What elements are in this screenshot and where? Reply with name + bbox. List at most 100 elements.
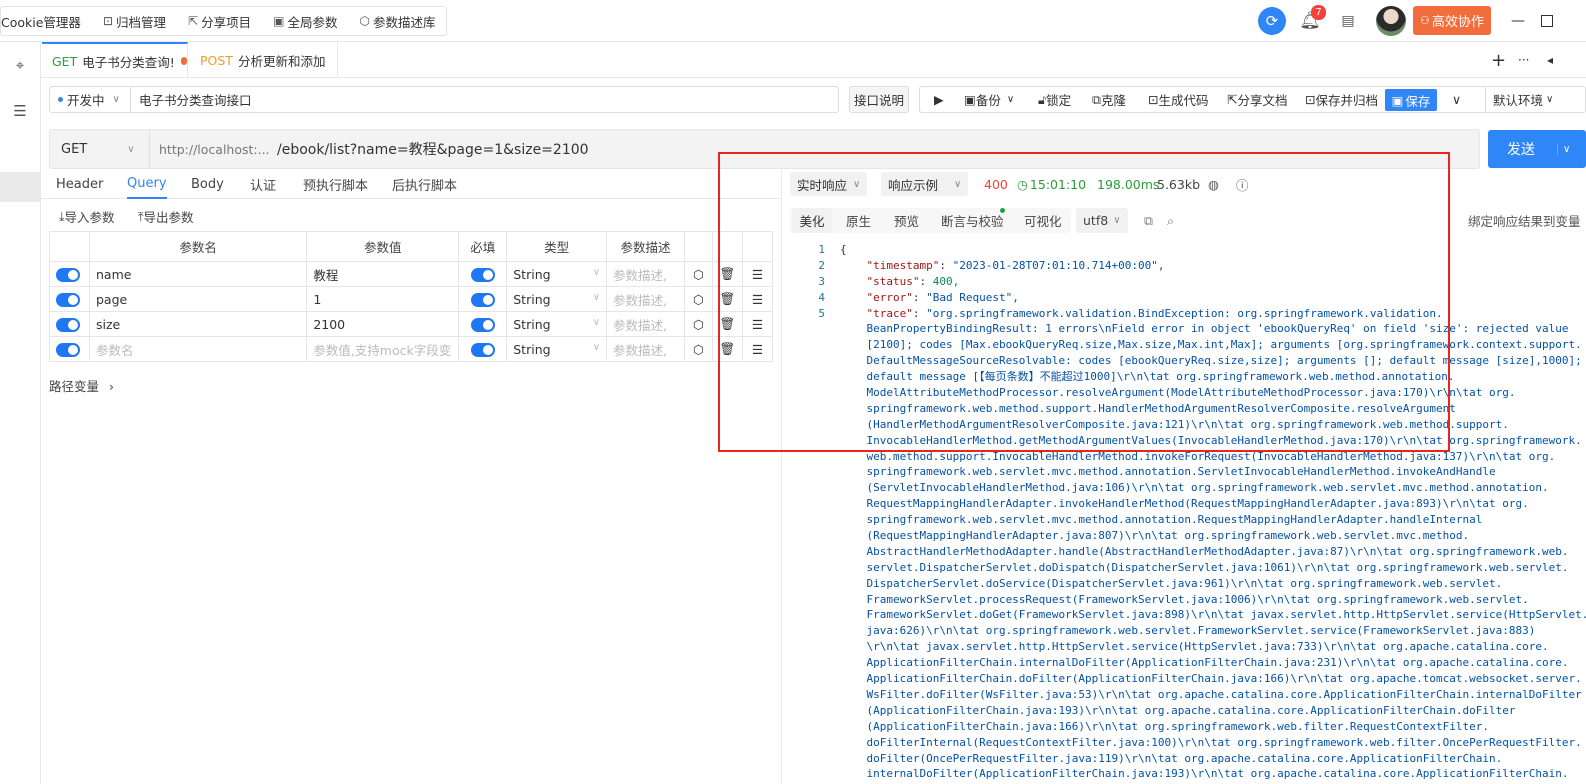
drag-handle-icon[interactable]: ☰ [741, 336, 774, 362]
param-name-cell[interactable]: size [88, 311, 308, 337]
search-icon[interactable]: ⌕ [1167, 208, 1174, 233]
type-select[interactable]: String ∨ [506, 336, 608, 362]
tab-visualize[interactable]: 可视化 [1024, 208, 1062, 233]
response-mode-select[interactable]: 实时响应 ∨ [790, 172, 868, 196]
cube-icon[interactable]: ⬡ [684, 286, 713, 312]
required-toggle[interactable] [470, 342, 495, 357]
param-name-cell[interactable]: 参数名 [88, 336, 308, 362]
tab-post-analysis[interactable]: POST 分析更新和添加 [190, 42, 338, 78]
list-icon[interactable]: ☰ [0, 102, 40, 120]
type-select[interactable]: String ∨ [506, 286, 608, 312]
required-toggle[interactable] [470, 317, 495, 332]
delete-icon[interactable]: 🗑︎ [711, 336, 743, 362]
response-body[interactable]: 1 2 3 4 5 { "timestamp": "2023-01-28T07:01:1… [790, 242, 1586, 784]
param-name-cell[interactable]: page [88, 286, 308, 312]
path-variables-toggle[interactable]: 路径变量 › [49, 376, 114, 395]
sync-icon[interactable]: ⟳ [1258, 7, 1286, 35]
topnav-cookie-manager[interactable]: Cookie管理器 [1, 6, 92, 36]
enable-toggle[interactable] [56, 267, 80, 282]
copy-icon[interactable]: ⧉ [1144, 208, 1153, 233]
send-options-chevron-icon[interactable]: ∨ [1557, 143, 1570, 155]
tab-get-ebook-query[interactable]: GET 电子书分类查询! [42, 42, 188, 78]
encoding-select[interactable]: utf8 ∨ [1076, 208, 1128, 233]
required-toggle[interactable] [470, 267, 495, 282]
topnav-param-library[interactable]: ⬡ 参数描述库 [348, 6, 446, 36]
send-button[interactable]: 发送 ∨ [1488, 130, 1586, 168]
info-icon[interactable]: ⓘ [1236, 172, 1249, 196]
tab-auth[interactable]: 认证 [250, 170, 276, 199]
topnav-archive[interactable]: ⊡ 归档管理 [92, 6, 177, 36]
globe-icon[interactable]: ◍ [1208, 172, 1219, 196]
url-path-input[interactable]: /ebook/list?name=教程&page=1&size=2100 [277, 130, 589, 168]
type-select[interactable]: String ∨ [506, 261, 608, 287]
method-select[interactable]: GET ∨ [50, 130, 150, 168]
drag-handle-icon[interactable]: ☰ [741, 261, 774, 287]
collab-button[interactable]: ⚇ 高效协作 [1413, 6, 1491, 35]
table-row: page 1 String ∨ 参数描述, ⬡ 🗑︎ ☰ [49, 286, 774, 312]
save-button[interactable]: ▣ 保存 [1385, 89, 1437, 111]
topnav-share-project[interactable]: ⇱ 分享项目 [177, 6, 262, 36]
delete-icon[interactable]: 🗑︎ [711, 261, 743, 287]
save-options-chevron-icon[interactable]: ∨ [1452, 87, 1461, 112]
tab-query[interactable]: Query [127, 170, 167, 199]
tab-assertions[interactable]: 断言与校验 [941, 208, 1004, 233]
cube-icon[interactable]: ⬡ [684, 261, 713, 287]
gen-code-button[interactable]: ⊡ 生成代码 [1148, 87, 1209, 112]
avatar[interactable] [1376, 6, 1406, 36]
delete-icon[interactable]: 🗑︎ [711, 286, 743, 312]
panel-divider[interactable] [781, 170, 782, 784]
target-icon[interactable]: ⌖ [0, 56, 40, 74]
document-icon[interactable]: ▤ [1337, 9, 1359, 33]
collapse-icon[interactable]: ◂ [1547, 42, 1553, 78]
enable-toggle[interactable] [56, 342, 80, 357]
type-select[interactable]: String ∨ [506, 311, 608, 337]
import-params-button[interactable]: ⤓ 导入参数 [59, 207, 115, 226]
code-line: ModelAttributeMethodProcessor.resolveArg… [840, 386, 1516, 400]
param-desc-cell[interactable]: 参数描述, [606, 336, 685, 362]
drag-handle-icon[interactable]: ☰ [741, 286, 774, 312]
param-desc-cell[interactable]: 参数描述, [606, 261, 685, 287]
topnav-global-params[interactable]: ▣ 全局参数 [262, 6, 348, 36]
more-icon[interactable]: ··· [1518, 42, 1529, 78]
tab-body[interactable]: Body [191, 170, 224, 199]
host-field[interactable]: http://localhost:... [159, 130, 270, 168]
bind-response-link[interactable]: 绑定响应结果到变量 [1468, 208, 1581, 233]
tab-post-script[interactable]: 后执行脚本 [392, 170, 457, 199]
tab-raw[interactable]: 原生 [846, 208, 871, 233]
cube-icon[interactable]: ⬡ [684, 311, 713, 337]
enable-toggle[interactable] [56, 292, 80, 307]
cube-icon[interactable]: ⬡ [684, 336, 713, 362]
param-name-cell[interactable]: name [88, 261, 308, 287]
api-doc-button[interactable]: 接口说明 [849, 86, 909, 113]
window-minimize-icon[interactable]: — [1509, 9, 1527, 33]
param-value-cell[interactable]: 1 [306, 286, 460, 312]
play-icon[interactable]: ▶ [934, 87, 944, 112]
response-example-select[interactable]: 响应示例 ∨ [881, 172, 969, 196]
param-desc-cell[interactable]: 参数描述, [606, 311, 685, 337]
api-name-input[interactable]: 电子书分类查询接口 [131, 86, 839, 113]
add-tab-icon[interactable]: + [1491, 42, 1506, 78]
tab-pretty[interactable]: 美化 [792, 208, 832, 233]
delete-icon[interactable]: 🗑︎ [711, 311, 743, 337]
export-params-button[interactable]: ⤒ 导出参数 [138, 207, 194, 226]
param-desc-cell[interactable]: 参数描述, [606, 286, 685, 312]
required-toggle[interactable] [470, 292, 495, 307]
tab-preview[interactable]: 预览 [894, 208, 919, 233]
param-value-cell[interactable]: 教程 [306, 261, 460, 287]
enable-toggle[interactable] [56, 317, 80, 332]
tab-header[interactable]: Header [56, 170, 103, 199]
param-value-cell[interactable]: 2100 [306, 311, 460, 337]
lock-button[interactable]: 🔓︎ 锁定 [1038, 87, 1071, 112]
clone-button[interactable]: ⧉ 克隆 [1092, 87, 1126, 112]
cube-icon: ⬡ [359, 14, 370, 28]
param-value-cell[interactable]: 参数值,支持mock字段变 [306, 336, 460, 362]
save-archive-button[interactable]: ⊡ 保存并归档 [1305, 87, 1378, 112]
window-maximize-icon[interactable] [1538, 9, 1556, 33]
drag-handle-icon[interactable]: ☰ [741, 311, 774, 337]
env-select[interactable]: 默认环境 ∨ [1485, 87, 1553, 112]
backup-button[interactable]: ▣ 备份 ∨ [964, 87, 1014, 112]
share-doc-button[interactable]: ⇱ 分享文档 [1227, 87, 1288, 112]
api-status-select[interactable]: 开发中 ∨ [49, 86, 131, 113]
rail-selected-item[interactable] [0, 172, 40, 202]
tab-pre-script[interactable]: 预执行脚本 [303, 170, 368, 199]
